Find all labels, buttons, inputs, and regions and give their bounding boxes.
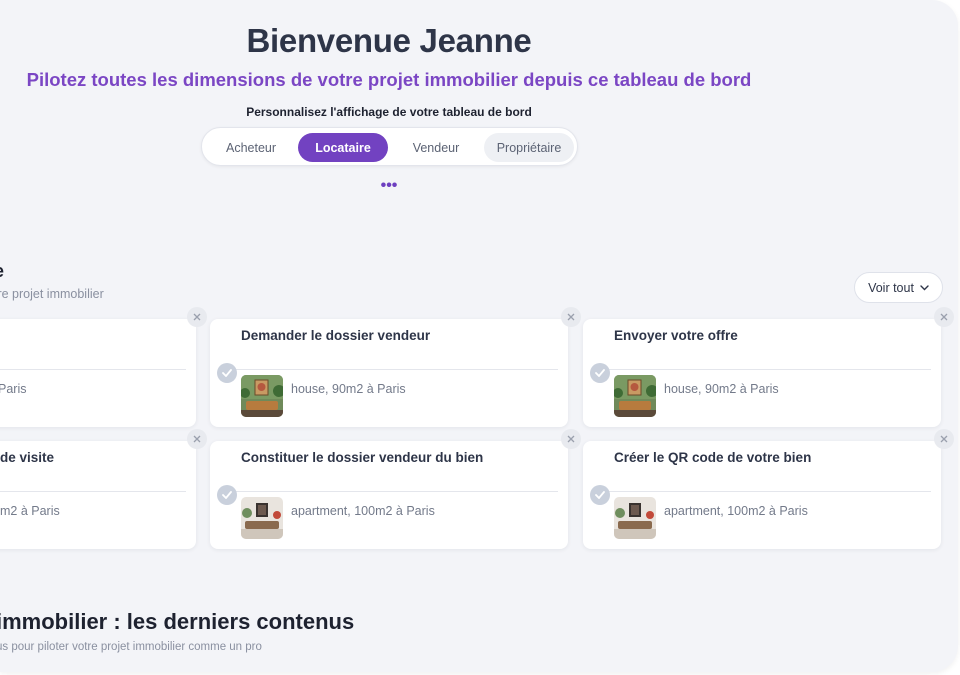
page-title: Bienvenue Jeanne bbox=[246, 22, 532, 59]
task-card-title: Demander le dossier vendeur bbox=[241, 328, 431, 343]
tasks-section-title: e bbox=[0, 261, 4, 282]
tab-proprietaire[interactable]: Propriétaire bbox=[484, 133, 574, 162]
profile-tab-bar: Acheteur Locataire Vendeur Propriétaire bbox=[201, 127, 578, 166]
close-icon[interactable] bbox=[934, 307, 954, 327]
task-card-location: house, 90m2 à Paris bbox=[291, 382, 406, 396]
task-card-location: Paris bbox=[0, 382, 27, 396]
house-thumbnail bbox=[614, 375, 656, 417]
task-card-location: apartment, 100m2 à Paris bbox=[291, 504, 435, 518]
task-card[interactable]: Paris bbox=[0, 319, 196, 427]
ellipsis-icon[interactable]: ••• bbox=[378, 178, 400, 194]
card-divider bbox=[234, 369, 558, 370]
chevron-down-icon bbox=[920, 284, 929, 290]
close-icon[interactable] bbox=[561, 307, 581, 327]
close-icon[interactable] bbox=[187, 307, 207, 327]
card-divider bbox=[607, 491, 931, 492]
card-divider bbox=[234, 491, 558, 492]
page-subtitle: Pilotez toutes les dimensions de votre p… bbox=[26, 69, 752, 90]
see-all-label: Voir tout bbox=[868, 280, 914, 295]
task-card-location: m2 à Paris bbox=[0, 504, 60, 518]
check-icon[interactable] bbox=[217, 363, 237, 383]
customize-label: Personnalisez l'affichage de votre table… bbox=[246, 105, 532, 119]
task-card-title: de visite bbox=[0, 450, 55, 465]
close-icon[interactable] bbox=[561, 429, 581, 449]
task-card[interactable]: Créer le QR code de votre bien apartment… bbox=[583, 441, 941, 549]
check-icon[interactable] bbox=[217, 485, 237, 505]
check-icon[interactable] bbox=[590, 485, 610, 505]
see-all-button[interactable]: Voir tout bbox=[854, 272, 943, 303]
tab-acheteur[interactable]: Acheteur bbox=[218, 133, 284, 162]
apartment-thumbnail bbox=[241, 497, 283, 539]
task-card[interactable]: de visite m2 à Paris bbox=[0, 441, 196, 549]
tasks-section-subtitle: tre projet immobilier bbox=[0, 287, 104, 301]
task-card-title: Constituer le dossier vendeur du bien bbox=[241, 450, 484, 465]
card-divider bbox=[0, 369, 186, 370]
card-divider bbox=[607, 369, 931, 370]
dashboard-frame: Bienvenue Jeanne Pilotez toutes les dime… bbox=[0, 0, 958, 672]
task-card[interactable]: Constituer le dossier vendeur du bien ap… bbox=[210, 441, 568, 549]
apartment-thumbnail bbox=[614, 497, 656, 539]
close-icon[interactable] bbox=[187, 429, 207, 449]
task-card-title: Créer le QR code de votre bien bbox=[614, 450, 812, 465]
house-thumbnail bbox=[241, 375, 283, 417]
tab-vendeur[interactable]: Vendeur bbox=[402, 133, 470, 162]
tab-locataire[interactable]: Locataire bbox=[298, 133, 388, 162]
check-icon[interactable] bbox=[590, 363, 610, 383]
content-section-title: immobilier : les derniers contenus bbox=[0, 609, 355, 634]
task-card-location: apartment, 100m2 à Paris bbox=[664, 504, 808, 518]
task-card-title: Envoyer votre offre bbox=[614, 328, 738, 343]
card-divider bbox=[0, 491, 186, 492]
close-icon[interactable] bbox=[934, 429, 954, 449]
task-card[interactable]: Demander le dossier vendeur house, 90m2 … bbox=[210, 319, 568, 427]
task-card-location: house, 90m2 à Paris bbox=[664, 382, 779, 396]
content-section-subtitle: us pour piloter votre projet immobilier … bbox=[0, 641, 262, 653]
task-card[interactable]: Envoyer votre offre house, 90m2 à Paris bbox=[583, 319, 941, 427]
